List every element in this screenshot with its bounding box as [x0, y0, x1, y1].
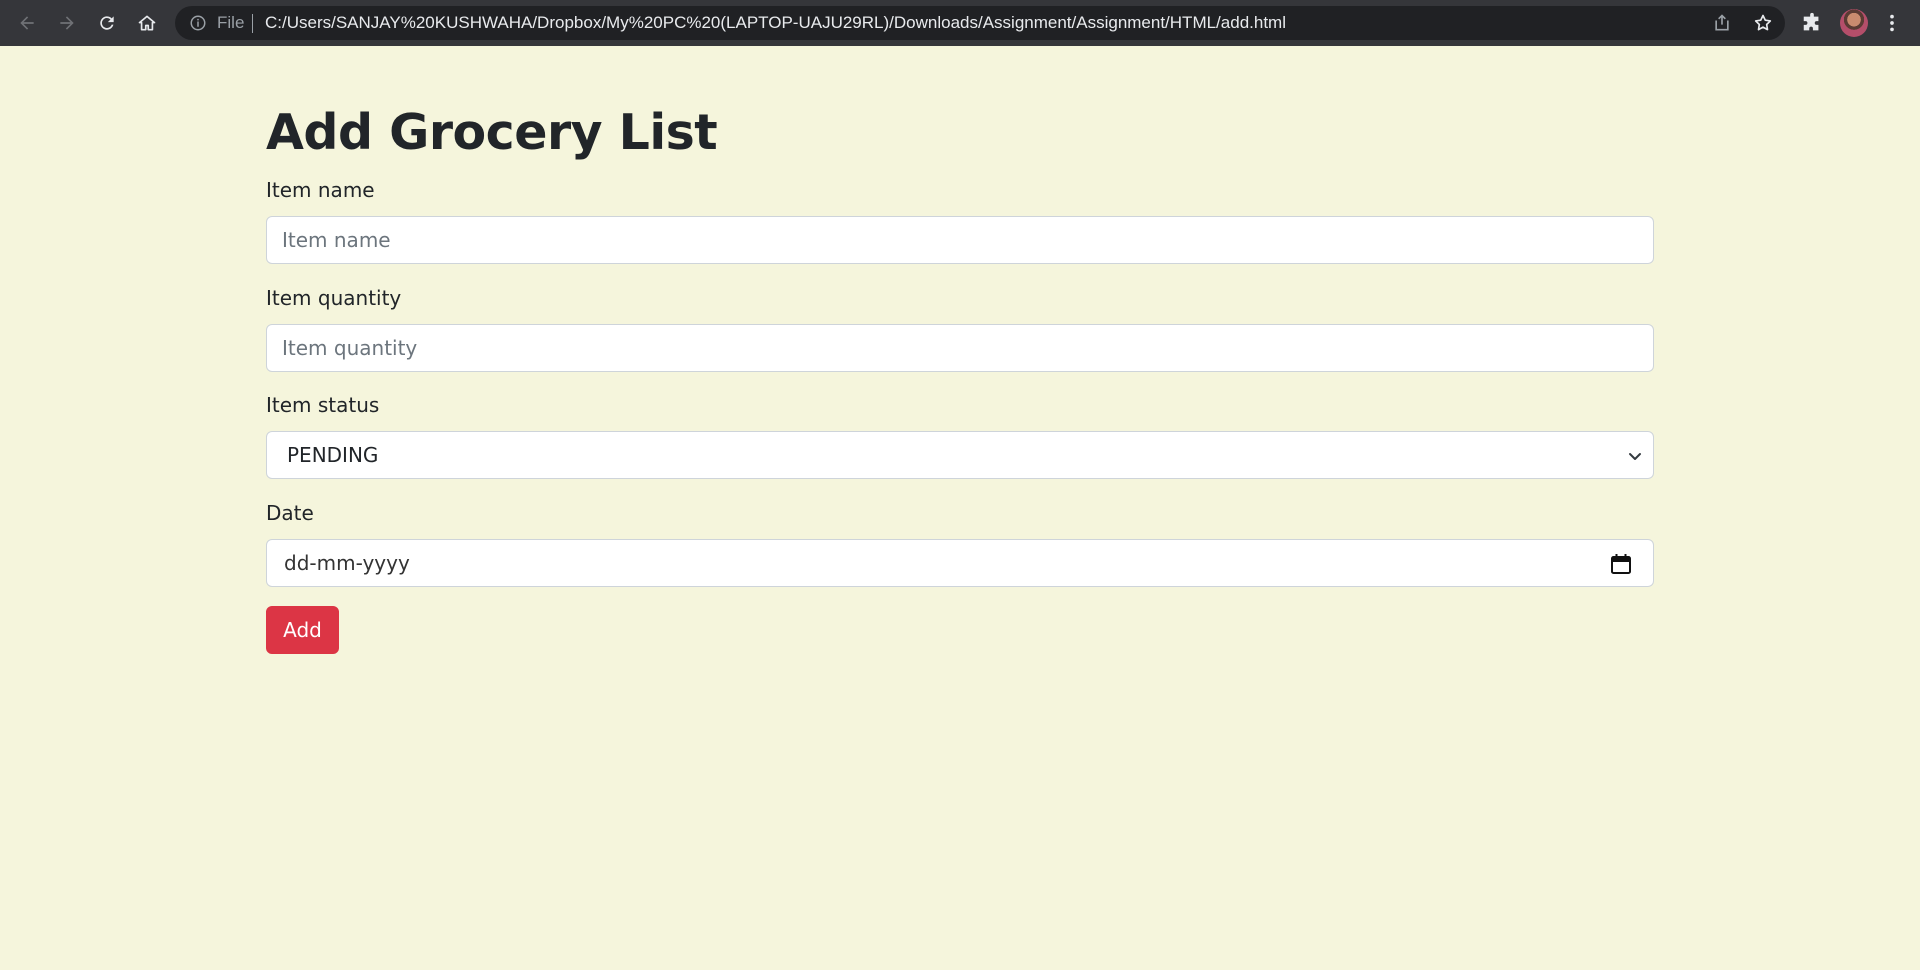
date-value: dd-mm-yyyy — [284, 551, 410, 575]
back-arrow-icon[interactable] — [14, 10, 40, 36]
item-quantity-label: Item quantity — [266, 286, 402, 310]
item-status-label: Item status — [266, 393, 380, 417]
address-bar[interactable]: File C:/Users/SANJAY%20KUSHWAHA/Dropbox/… — [175, 6, 1785, 40]
info-icon[interactable] — [189, 14, 207, 32]
address-separator — [252, 14, 253, 33]
date-input[interactable]: dd-mm-yyyy — [266, 539, 1654, 587]
home-icon[interactable] — [134, 10, 160, 36]
item-name-input[interactable] — [266, 216, 1654, 264]
add-button[interactable]: Add — [266, 606, 339, 654]
bookmark-star-icon[interactable] — [1753, 13, 1773, 33]
browser-toolbar: File C:/Users/SANJAY%20KUSHWAHA/Dropbox/… — [0, 0, 1920, 46]
reload-icon[interactable] — [94, 10, 120, 36]
chevron-down-icon — [1629, 453, 1641, 460]
profile-avatar[interactable] — [1840, 9, 1868, 37]
forward-arrow-icon[interactable] — [54, 10, 80, 36]
item-status-select[interactable]: PENDING — [266, 431, 1654, 479]
item-name-label: Item name — [266, 178, 375, 202]
item-quantity-input[interactable] — [266, 324, 1654, 372]
item-status-selected-value: PENDING — [287, 443, 379, 467]
extensions-puzzle-icon[interactable] — [1800, 11, 1824, 35]
more-menu-icon[interactable] — [1880, 11, 1904, 35]
url-text[interactable]: C:/Users/SANJAY%20KUSHWAHA/Dropbox/My%20… — [265, 13, 1286, 33]
share-icon[interactable] — [1712, 13, 1732, 33]
calendar-icon[interactable] — [1609, 552, 1633, 576]
date-label: Date — [266, 501, 314, 525]
scheme-label: File — [217, 13, 245, 32]
page-title: Add Grocery List — [266, 104, 718, 161]
